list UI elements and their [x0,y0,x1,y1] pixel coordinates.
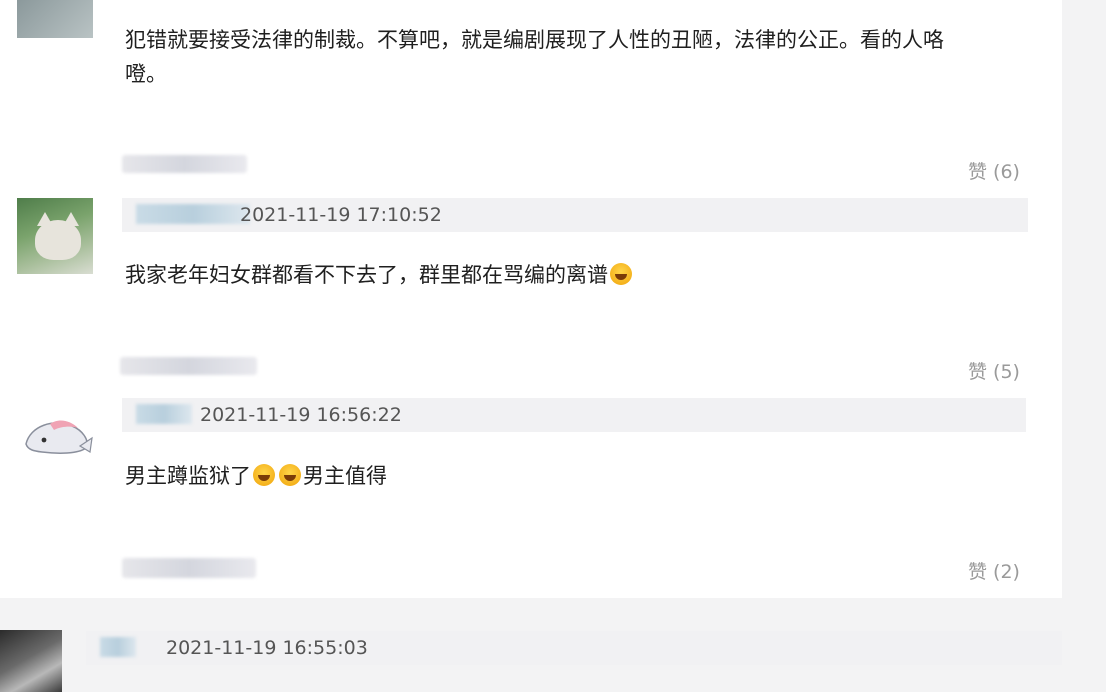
like-button[interactable]: 赞 (2) [968,557,1020,584]
like-button[interactable]: 赞 (5) [968,357,1020,384]
like-button[interactable]: 赞 (6) [968,157,1020,184]
comment-text-body: 男主蹲监狱了 [125,464,251,488]
comment-text: 犯错就要接受法律的制裁。不算吧，就是编剧展现了人性的丑陋，法律的公正。看的人咯 [125,28,944,52]
comment-timestamp: 2021-11-19 17:10:52 [240,204,442,226]
comment-text-body: 我家老年妇女群都看不下去了，群里都在骂编的离谱 [125,263,608,287]
user-avatar[interactable] [0,630,62,692]
blurred-username [100,637,136,657]
comment-meta-bar: 2021-11-19 17:10:52 [122,198,1028,232]
comment-meta-bar: 2021-11-19 16:56:22 [122,398,1026,432]
blurred-username [136,404,192,424]
comment-text-continued: 噔。 [125,62,167,86]
blurred-username [122,558,256,578]
comment-timestamp: 2021-11-19 16:55:03 [166,637,368,659]
comment-text: 我家老年妇女群都看不下去了，群里都在骂编的离谱 [125,258,634,292]
blurred-username [120,357,257,375]
blurred-username [136,204,250,224]
laughing-emoji-icon [610,263,632,285]
user-avatar[interactable] [20,410,96,486]
laughing-emoji-icon [279,464,301,486]
dolphin-icon [25,420,93,454]
comment-meta-bar: 2021-11-19 16:55:03 [86,631,1062,665]
user-avatar[interactable] [17,198,93,274]
user-avatar[interactable] [17,0,93,38]
comment-text: 男主蹲监狱了 男主值得 [125,459,387,493]
cat-face-shape [35,220,81,260]
comment-timestamp: 2021-11-19 16:56:22 [200,404,402,426]
blurred-username [122,155,247,173]
laughing-emoji-icon [253,464,275,486]
comment-text-body: 男主值得 [303,464,387,488]
